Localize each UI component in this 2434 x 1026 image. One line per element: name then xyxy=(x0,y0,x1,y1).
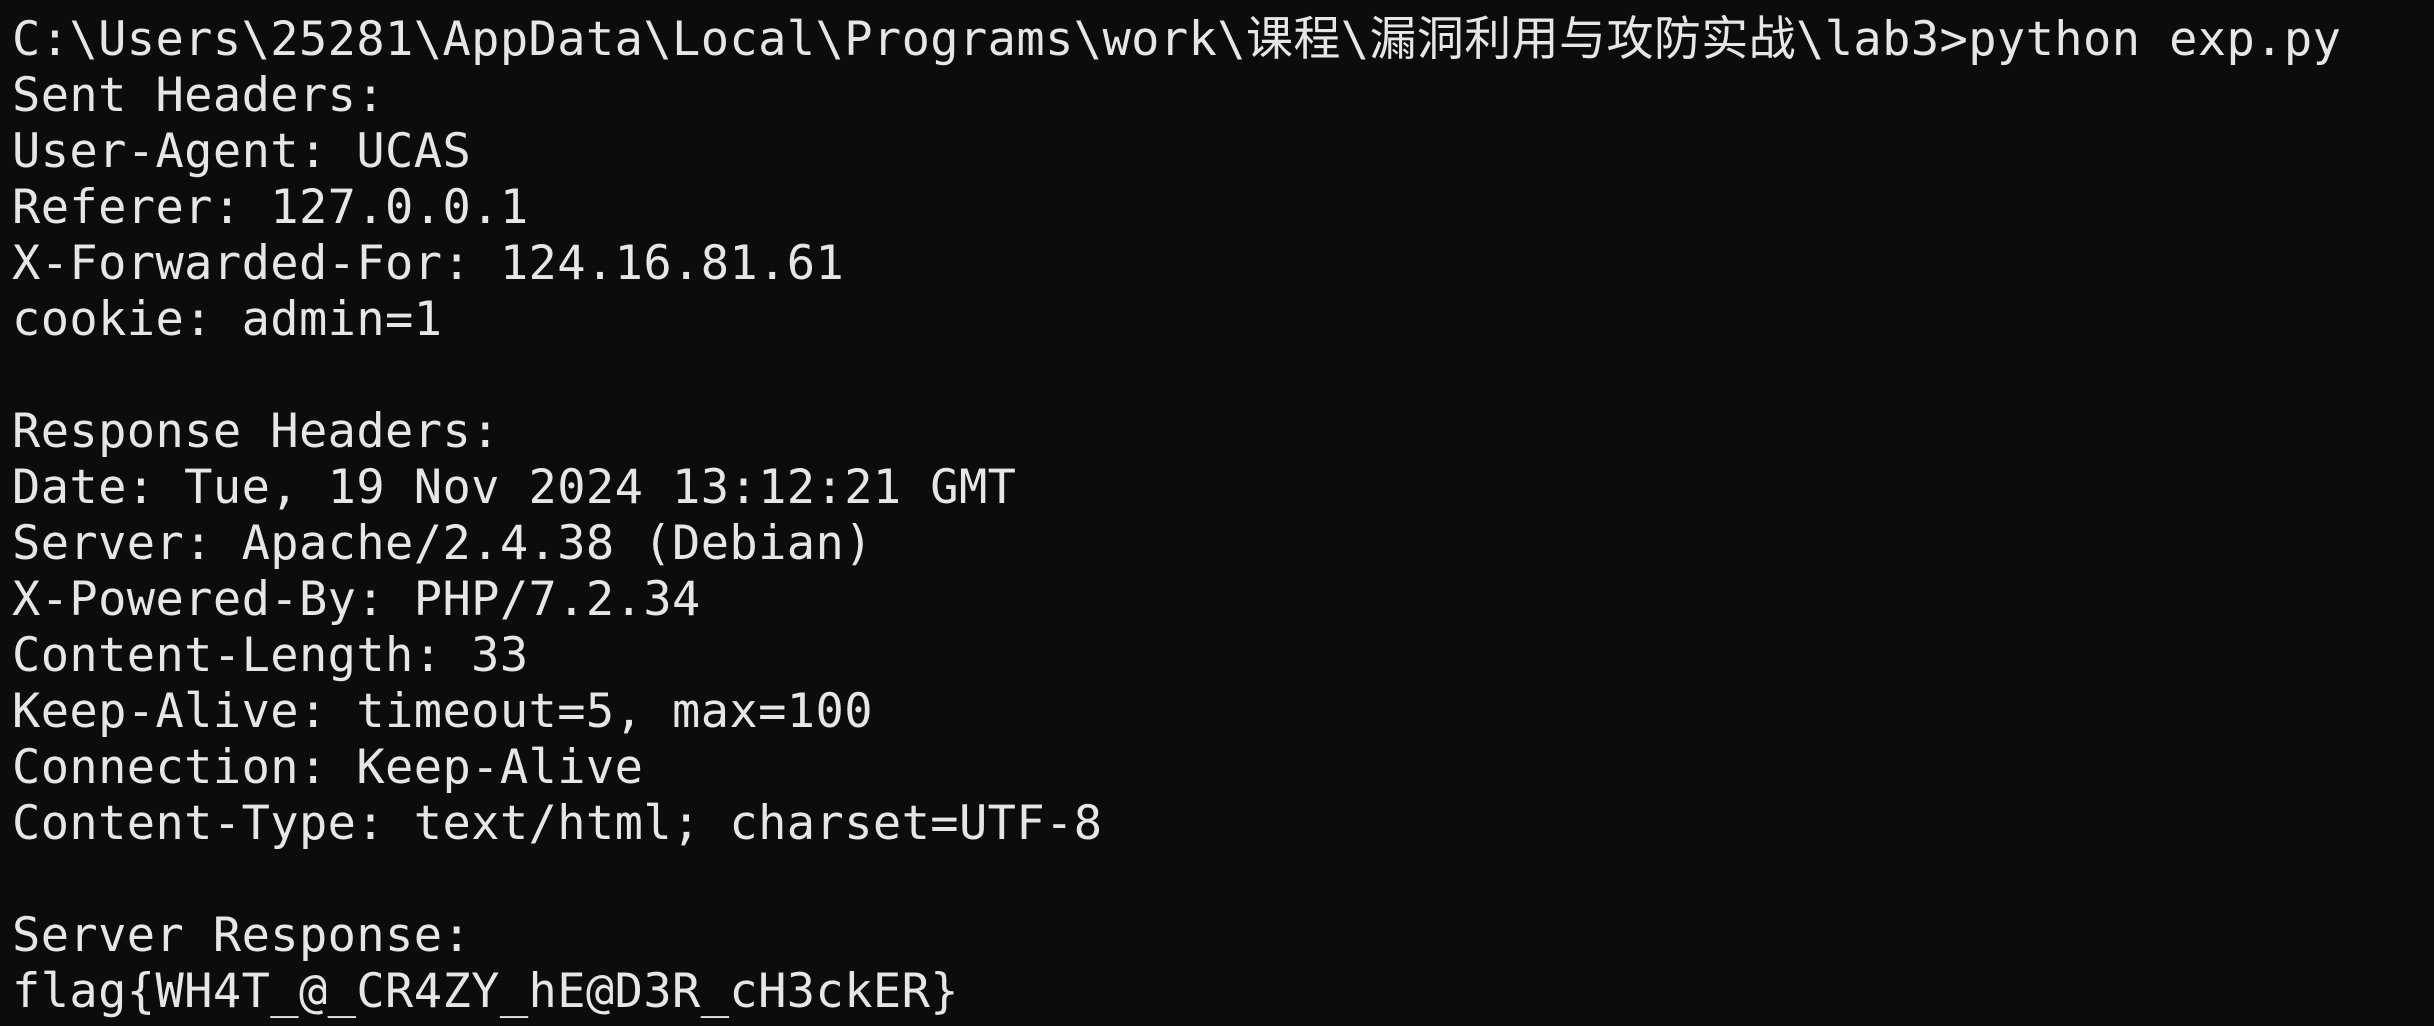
sent-header-x-forwarded-for: X-Forwarded-For: 124.16.81.61 xyxy=(12,236,845,291)
command-prompt-line: C:\Users\25281\AppData\Local\Programs\wo… xyxy=(12,12,2342,67)
response-header-date: Date: Tue, 19 Nov 2024 13:12:21 GMT xyxy=(12,460,1017,515)
server-response-heading: Server Response: xyxy=(12,908,472,963)
response-header-keep-alive: Keep-Alive: timeout=5, max=100 xyxy=(12,684,873,739)
response-header-server: Server: Apache/2.4.38 (Debian) xyxy=(12,516,873,571)
sent-header-referer: Referer: 127.0.0.1 xyxy=(12,180,529,235)
response-headers-heading: Response Headers: xyxy=(12,404,500,459)
response-header-content-length: Content-Length: 33 xyxy=(12,628,529,683)
terminal-window[interactable]: C:\Users\25281\AppData\Local\Programs\wo… xyxy=(0,0,2434,1026)
sent-header-cookie: cookie: admin=1 xyxy=(12,292,443,347)
sent-header-user-agent: User-Agent: UCAS xyxy=(12,124,472,179)
response-header-connection: Connection: Keep-Alive xyxy=(12,740,644,795)
server-response-body: flag{WH4T_@_CR4ZY_hE@D3R_cH3ckER} xyxy=(12,964,959,1019)
response-header-x-powered-by: X-Powered-By: PHP/7.2.34 xyxy=(12,572,701,627)
sent-headers-heading: Sent Headers: xyxy=(12,68,386,123)
response-header-content-type: Content-Type: text/html; charset=UTF-8 xyxy=(12,796,1103,851)
